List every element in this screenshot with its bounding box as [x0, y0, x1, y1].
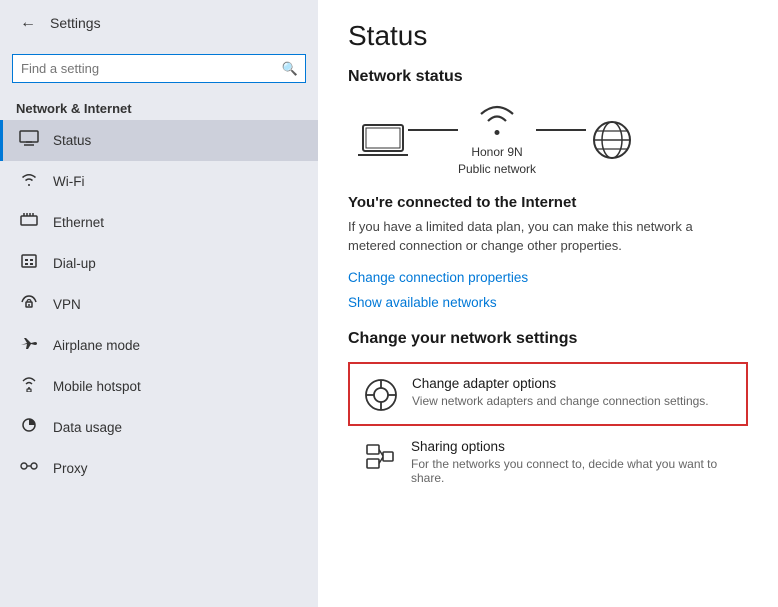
sidebar-item-dialup[interactable]: Dial-up — [0, 243, 318, 284]
main-content: Status Network status Honor 9N Public ne… — [318, 0, 778, 607]
sidebar-item-status[interactable]: Status — [0, 120, 318, 161]
sidebar-item-status-label: Status — [53, 133, 91, 148]
sidebar-item-vpn-label: VPN — [53, 297, 81, 312]
show-networks-button[interactable]: Show available networks — [348, 295, 497, 310]
sharing-title: Sharing options — [411, 439, 733, 454]
sidebar-item-airplane-label: Airplane mode — [53, 338, 140, 353]
laptop-svg — [358, 121, 408, 159]
sidebar-item-airplane[interactable]: Airplane mode — [0, 325, 318, 366]
network-status-heading: Network status — [348, 68, 748, 86]
sharing-option[interactable]: Sharing options For the networks you con… — [348, 426, 748, 498]
proxy-icon — [19, 458, 39, 479]
sidebar-title: Settings — [50, 15, 101, 31]
wifi-diagram-svg — [472, 102, 522, 140]
airplane-icon — [19, 335, 39, 356]
globe-svg — [586, 119, 638, 161]
laptop-icon-group — [358, 121, 408, 159]
sidebar-item-proxy-label: Proxy — [53, 461, 88, 476]
section-label: Network & Internet — [0, 91, 318, 120]
sidebar: ← Settings 🔍 Network & Internet Status W… — [0, 0, 318, 607]
net-line-1 — [408, 129, 458, 131]
sidebar-item-datausage[interactable]: Data usage — [0, 407, 318, 448]
search-box: 🔍 — [12, 54, 306, 83]
network-name-label: Honor 9N Public network — [458, 144, 536, 178]
ethernet-icon — [19, 212, 39, 233]
connected-desc: If you have a limited data plan, you can… — [348, 217, 728, 256]
sidebar-header: ← Settings — [0, 0, 318, 46]
change-connection-button[interactable]: Change connection properties — [348, 270, 528, 285]
page-title: Status — [348, 20, 748, 52]
vpn-icon — [19, 294, 39, 315]
sharing-icon — [363, 441, 397, 475]
connected-title: You're connected to the Internet — [348, 194, 748, 211]
adapter-title: Change adapter options — [412, 376, 709, 391]
wifi-icon — [19, 171, 39, 192]
search-input[interactable] — [12, 54, 306, 83]
status-icon — [19, 130, 39, 151]
sidebar-item-ethernet[interactable]: Ethernet — [0, 202, 318, 243]
sidebar-item-datausage-label: Data usage — [53, 420, 122, 435]
net-line-2 — [536, 129, 586, 131]
network-diagram: Honor 9N Public network — [348, 102, 748, 178]
sidebar-item-wifi-label: Wi-Fi — [53, 174, 84, 189]
sidebar-item-dialup-label: Dial-up — [53, 256, 96, 271]
datausage-icon — [19, 417, 39, 438]
sidebar-item-ethernet-label: Ethernet — [53, 215, 104, 230]
sidebar-item-hotspot[interactable]: Mobile hotspot — [0, 366, 318, 407]
dialup-icon — [19, 253, 39, 274]
sharing-desc: For the networks you connect to, decide … — [411, 457, 733, 485]
sidebar-item-hotspot-label: Mobile hotspot — [53, 379, 141, 394]
sidebar-item-proxy[interactable]: Proxy — [0, 448, 318, 489]
search-icon: 🔍 — [282, 61, 298, 77]
sidebar-item-vpn[interactable]: VPN — [0, 284, 318, 325]
adapter-icon — [364, 378, 398, 412]
wifi-icon-group: Honor 9N Public network — [458, 102, 536, 178]
change-network-settings-heading: Change your network settings — [348, 330, 748, 348]
hotspot-icon — [19, 376, 39, 397]
globe-icon-group — [586, 119, 638, 161]
sidebar-item-wifi[interactable]: Wi-Fi — [0, 161, 318, 202]
back-button[interactable]: ← — [16, 10, 40, 36]
change-adapter-option[interactable]: Change adapter options View network adap… — [348, 362, 748, 426]
adapter-desc: View network adapters and change connect… — [412, 394, 709, 408]
